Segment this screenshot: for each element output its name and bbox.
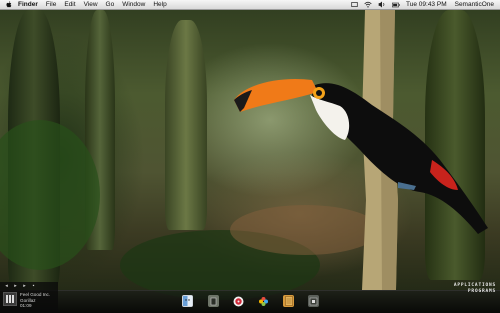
volume-icon[interactable] [378,1,386,9]
menu-finder[interactable]: Finder [18,1,38,8]
next-icon[interactable]: ▸ [21,283,28,289]
desktop-brand-label: APPLICATIONS PROGRAMS [454,283,496,294]
track-time: 01:09 [20,303,32,309]
photos-icon[interactable] [258,295,269,307]
menu-icon[interactable]: ▪ [30,283,37,289]
menu-view[interactable]: View [84,1,98,8]
previous-icon[interactable]: ◂ [3,283,10,289]
itunes-icon[interactable] [233,295,244,307]
wifi-icon[interactable] [364,1,372,9]
toucan-scene [234,10,488,290]
brand-line-2: PROGRAMS [467,288,496,294]
play-icon[interactable]: ▸ [12,283,19,289]
track-title: Feel Good Inc. [20,292,51,297]
menu-file[interactable]: File [46,1,56,8]
music-widget: ◂ ▸ ▸ ▪ Feel Good Inc. Gorillaz 01:09 [0,282,58,313]
music-controls: ◂ ▸ ▸ ▪ [0,282,58,290]
menu-edit[interactable]: Edit [64,1,75,8]
menu-go[interactable]: Go [106,1,115,8]
track-info: Feel Good Inc. Gorillaz 01:09 [0,290,58,311]
toucan-eye [316,90,322,96]
menu-bar: Finder File Edit View Go Window Help Tue… [0,0,500,10]
menu-help[interactable]: Help [153,1,166,8]
menubar-status-area: Tue 09:43 PM SemanticOne [350,1,500,9]
dock [0,290,500,313]
brand-line-1: APPLICATIONS [453,283,496,288]
battery-icon[interactable] [392,1,400,9]
menu-window[interactable]: Window [122,1,145,8]
menubar-user[interactable]: SemanticOne [455,1,494,8]
notes-icon[interactable] [283,295,294,307]
app-icon[interactable] [208,295,219,307]
finder-icon[interactable] [182,295,193,307]
spotlight-menu-icon[interactable] [350,1,358,9]
apple-logo-icon[interactable] [5,1,12,9]
system-prefs-icon[interactable] [308,295,319,307]
menubar-clock[interactable]: Tue 09:43 PM [406,1,447,8]
album-art-icon[interactable] [3,292,17,306]
